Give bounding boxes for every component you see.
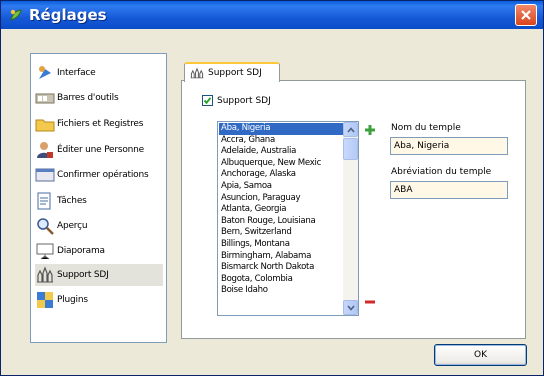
nav-item-label: Confirmer opérations bbox=[57, 170, 149, 180]
person-icon bbox=[37, 142, 53, 158]
list-item[interactable]: Bogota, Colombia bbox=[219, 274, 344, 286]
nav-item-interface[interactable]: Interface bbox=[35, 62, 163, 84]
nav-item-label: Barres d'outils bbox=[57, 93, 119, 103]
nav-item-tasks[interactable]: Tâches bbox=[35, 190, 163, 212]
close-button[interactable] bbox=[515, 4, 537, 26]
list-item[interactable]: Bern, Switzerland bbox=[219, 227, 344, 239]
list-item[interactable]: Asuncion, Paraguay bbox=[219, 193, 344, 205]
title-bar[interactable]: Réglages bbox=[1, 1, 543, 29]
app-icon bbox=[10, 9, 22, 21]
tab-sdj-support[interactable]: Support SDJ bbox=[184, 62, 280, 82]
nav-item-label: Diaporama bbox=[57, 246, 105, 256]
nav-item-label: Fichiers et Registres bbox=[57, 119, 144, 129]
tab-label: Support SDJ bbox=[208, 68, 262, 78]
nav-item-plugins[interactable]: Plugins bbox=[35, 289, 163, 311]
confirm-icon bbox=[35, 168, 55, 182]
toolbar-icon bbox=[35, 93, 55, 104]
checkmark-icon bbox=[203, 97, 212, 105]
temple-icon bbox=[37, 266, 53, 283]
window-title: Réglages bbox=[29, 6, 107, 24]
temple-list-items: Aba, Nigeria Accra, Ghana Adelaide, Aust… bbox=[219, 123, 344, 297]
nav-item-label: Plugins bbox=[57, 295, 88, 305]
chevron-up-icon bbox=[347, 127, 355, 133]
list-item[interactable]: Apia, Samoa bbox=[219, 181, 344, 193]
sdj-support-checkbox-label: Support SDJ bbox=[217, 95, 271, 106]
list-item[interactable]: Aba, Nigeria bbox=[219, 123, 344, 135]
temple-name-field[interactable]: Aba, Nigeria bbox=[390, 137, 508, 155]
interface-icon bbox=[39, 66, 51, 79]
list-item[interactable]: Baton Rouge, Louisiana bbox=[219, 216, 344, 228]
nav-item-label: Support SDJ bbox=[57, 270, 109, 280]
nav-item-confirm[interactable]: Confirmer opérations bbox=[35, 164, 163, 186]
list-item[interactable]: Adelaide, Australia bbox=[219, 146, 344, 158]
list-item[interactable]: Birmingham, Alabama bbox=[219, 251, 344, 263]
nav-item-files[interactable]: Fichiers et Registres bbox=[35, 113, 163, 135]
list-item[interactable]: Accra, Ghana bbox=[219, 135, 344, 147]
list-item[interactable]: Billings, Montana bbox=[219, 239, 344, 251]
ok-button[interactable]: OK bbox=[434, 344, 527, 366]
nav-item-preview[interactable]: Aperçu bbox=[35, 215, 163, 237]
list-item[interactable]: Albuquerque, New Mexic bbox=[219, 158, 344, 170]
add-temple-icon[interactable] bbox=[363, 123, 377, 137]
nav-item-label: Aperçu bbox=[57, 221, 88, 231]
nav-item-label: Tâches bbox=[57, 196, 87, 206]
scroll-thumb[interactable] bbox=[343, 138, 358, 160]
tasks-icon bbox=[37, 192, 51, 210]
chevron-down-icon bbox=[347, 305, 355, 311]
temple-icon bbox=[190, 67, 204, 79]
sdj-support-checkbox-row[interactable]: Support SDJ bbox=[202, 95, 271, 106]
preview-icon bbox=[37, 218, 54, 235]
list-item[interactable]: Anchorage, Alaska bbox=[219, 169, 344, 181]
close-icon bbox=[521, 10, 531, 20]
temple-list[interactable]: Aba, Nigeria Accra, Ghana Adelaide, Aust… bbox=[217, 121, 359, 316]
nav-item-toolbars[interactable]: Barres d'outils bbox=[35, 87, 163, 109]
plugins-icon bbox=[37, 292, 53, 308]
list-item[interactable]: Boise Idaho bbox=[219, 285, 344, 297]
list-item[interactable]: Atlanta, Georgia bbox=[219, 204, 344, 216]
nav-item-label: Interface bbox=[57, 68, 96, 78]
nav-item-label: Éditer une Personne bbox=[57, 145, 145, 155]
temple-abbr-field[interactable]: ABA bbox=[390, 181, 508, 199]
temple-list-scrollbar[interactable] bbox=[343, 122, 358, 315]
nav-item-sdj-support[interactable]: Support SDJ bbox=[35, 264, 163, 286]
remove-temple-icon[interactable] bbox=[363, 295, 377, 309]
sdj-support-checkbox[interactable] bbox=[202, 95, 213, 106]
folder-icon bbox=[35, 119, 55, 132]
nav-item-edit-person[interactable]: Éditer une Personne bbox=[35, 139, 163, 161]
settings-dialog: Réglages Interface Barres d'outils Fichi… bbox=[0, 0, 544, 376]
slideshow-icon bbox=[36, 243, 54, 260]
temple-name-label: Nom du temple bbox=[391, 123, 461, 133]
scroll-down-button[interactable] bbox=[343, 300, 358, 315]
nav-item-slideshow[interactable]: Diaporama bbox=[35, 240, 163, 262]
scroll-up-button[interactable] bbox=[343, 122, 358, 137]
list-item[interactable]: Bismarck North Dakota bbox=[219, 262, 344, 274]
temple-abbr-label: Abréviation du temple bbox=[391, 167, 492, 177]
settings-nav: Interface Barres d'outils Fichiers et Re… bbox=[30, 53, 167, 343]
